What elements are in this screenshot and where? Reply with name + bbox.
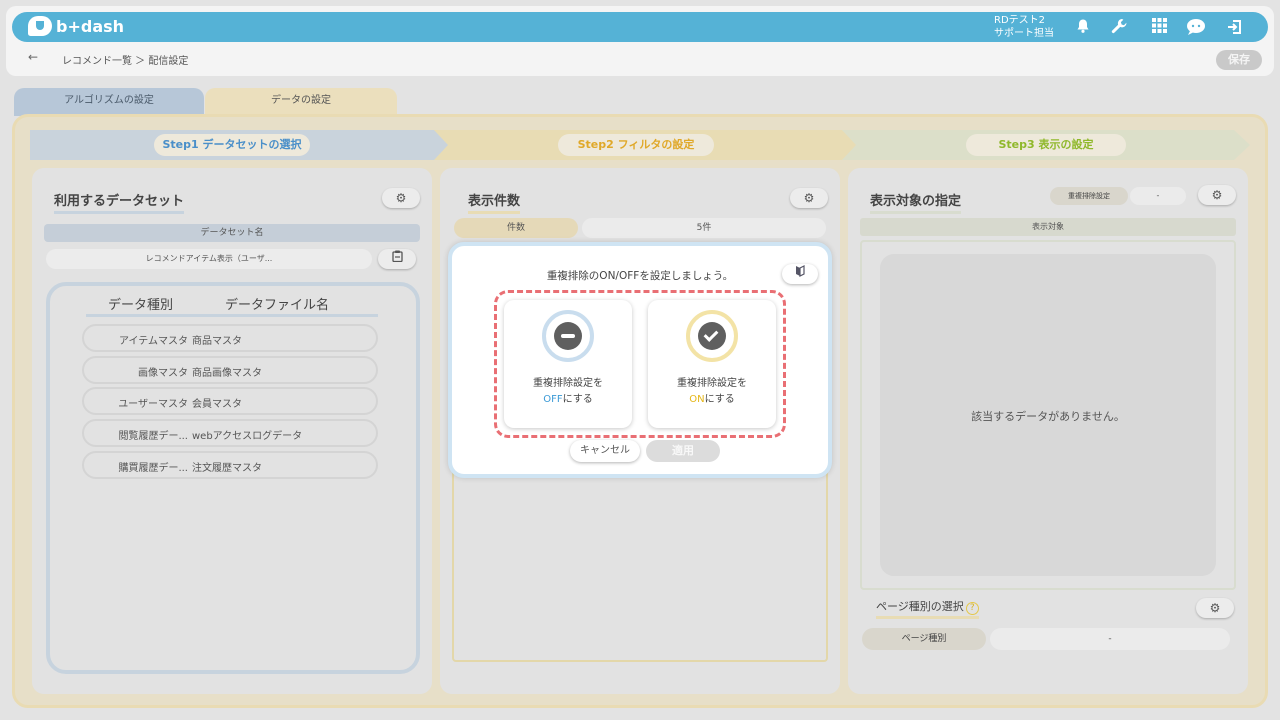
dedup-on-ring (686, 310, 738, 362)
user-role: サポート担当 (994, 28, 1054, 39)
dataset-name-value: レコメンドアイテム表示（ユーザ... (46, 249, 372, 269)
apply-button[interactable]: 適用 (646, 440, 720, 462)
logout-icon[interactable] (1226, 18, 1244, 36)
dedup-on-text: 重複排除設定を ONにする (648, 376, 776, 408)
on-keyword: ON (689, 394, 705, 405)
beginner-mark-icon (795, 265, 805, 280)
dataset-row: 画像マスタ 商品画像マスタ (82, 356, 378, 384)
dataset-row-type: 画像マスタ (138, 368, 188, 379)
dedup-setting-value: - (1130, 187, 1186, 205)
dataset-row: アイテムマスタ 商品マスタ (82, 324, 378, 352)
off-suffix: にする (562, 394, 593, 405)
dataset-name-header: データセット名 (44, 224, 420, 242)
gear-icon: ⚙ (395, 191, 407, 205)
dataset-settings-button[interactable]: ⚙ (382, 188, 420, 208)
dedup-on-option[interactable]: 重複排除設定を ONにする (648, 300, 776, 428)
dedup-off-line2: OFFにする (504, 392, 632, 408)
cancel-button[interactable]: キャンセル (570, 440, 640, 462)
dedup-on-line2: ONにする (648, 392, 776, 408)
step-2-label: Step2 フィルタの設定 (558, 134, 714, 156)
filter-box (452, 470, 828, 662)
gear-icon: ⚙ (1209, 601, 1221, 615)
dataset-row: ユーザーマスタ 会員マスタ (82, 387, 378, 415)
count-value: 5件 (582, 218, 826, 238)
dataset-row-type: ユーザーマスタ (118, 399, 188, 410)
gear-icon: ⚙ (803, 191, 815, 205)
chat-icon[interactable] (1186, 18, 1205, 36)
header-container: b+dash RDテスト2 サポート担当 ← レコメンド一覧 ＞ 配信設定 保存 (6, 6, 1274, 76)
help-icon[interactable]: ? (965, 602, 979, 615)
gear-icon: ⚙ (1211, 188, 1223, 202)
page-type-title: ページ種別の選択? (876, 598, 979, 619)
dataset-row: 閲覧履歴デー... webアクセスログデータ (82, 419, 378, 447)
display-count-settings-button[interactable]: ⚙ (790, 188, 828, 208)
display-target-settings-button[interactable]: ⚙ (1198, 185, 1236, 205)
off-keyword: OFF (543, 394, 563, 405)
column-header-data-type: データ種別 (108, 298, 174, 313)
dedup-off-option[interactable]: 重複排除設定を OFFにする (504, 300, 632, 428)
user-info[interactable]: RDテスト2 サポート担当 (994, 14, 1054, 40)
display-target-header: 表示対象 (860, 218, 1236, 236)
back-arrow-icon[interactable]: ← (28, 50, 38, 64)
wrench-icon[interactable] (1110, 18, 1128, 36)
dataset-row-file: webアクセスログデータ (192, 431, 303, 442)
dataset-panel-title: 利用するデータセット (54, 190, 185, 214)
top-nav-bar: b+dash RDテスト2 サポート担当 (12, 12, 1268, 42)
breadcrumb-row: ← レコメンド一覧 ＞ 配信設定 保存 (6, 48, 1274, 72)
check-circle-icon (698, 322, 726, 350)
display-target-title: 表示対象の指定 (870, 190, 962, 214)
grid-icon[interactable] (1150, 18, 1168, 36)
save-button[interactable]: 保存 (1216, 50, 1262, 70)
modal-guide-button[interactable] (782, 264, 818, 284)
dataset-row-type: 購買履歴デー... (118, 463, 188, 474)
dataset-row-file: 注文履歴マスタ (192, 463, 262, 474)
display-count-title: 表示件数 (468, 190, 521, 214)
dedup-on-line1: 重複排除設定を (677, 378, 747, 389)
logo-bubble-icon (28, 16, 52, 36)
dataset-row-file: 商品マスタ (192, 336, 242, 347)
clipboard-icon (391, 250, 403, 265)
column-header-file-name: データファイル名 (225, 298, 330, 313)
dedup-setting-label: 重複排除設定 (1050, 187, 1128, 205)
bell-icon[interactable] (1074, 18, 1092, 36)
user-account-name: RDテスト2 (994, 15, 1046, 26)
page-type-settings-button[interactable]: ⚙ (1196, 598, 1234, 618)
header-divider (86, 314, 378, 317)
dedup-off-text: 重複排除設定を OFFにする (504, 376, 632, 408)
app-logo[interactable]: b+dash (28, 16, 124, 36)
dataset-row-type: アイテムマスタ (119, 336, 188, 347)
dataset-row-file: 商品画像マスタ (192, 368, 262, 379)
minus-bar (561, 334, 575, 338)
dataset-row: 購買履歴デー... 注文履歴マスタ (82, 451, 378, 479)
tab-algorithm-settings[interactable]: アルゴリズムの設定 (14, 88, 204, 116)
dataset-copy-button[interactable] (378, 249, 416, 269)
dataset-row-type: 閲覧履歴デー... (118, 431, 188, 442)
minus-circle-icon (554, 322, 582, 350)
logo-text: b+dash (56, 16, 125, 36)
breadcrumb: レコメンド一覧 ＞ 配信設定 (62, 56, 189, 67)
dedup-modal: 重複排除のON/OFFを設定しましょう。 重複排除設定を OFFにする 重複排除… (448, 242, 832, 478)
count-label: 件数 (454, 218, 578, 238)
page-type-title-text: ページ種別の選択 (876, 600, 964, 613)
step-1-label: Step1 データセットの選択 (154, 134, 310, 156)
page-type-value: - (990, 628, 1230, 650)
modal-message: 重複排除のON/OFFを設定しましょう。 (546, 270, 734, 282)
dedup-off-line1: 重複排除設定を (533, 378, 603, 389)
dedup-off-ring (542, 310, 594, 362)
dataset-row-file: 会員マスタ (192, 399, 242, 410)
tab-data-settings[interactable]: データの設定 (205, 88, 397, 116)
page-type-label: ページ種別 (862, 628, 986, 650)
check-mark (703, 327, 719, 342)
no-data-message: 該当するデータがありません。 (971, 410, 1125, 423)
on-suffix: にする (704, 394, 735, 405)
step-3-label: Step3 表示の設定 (966, 134, 1126, 156)
